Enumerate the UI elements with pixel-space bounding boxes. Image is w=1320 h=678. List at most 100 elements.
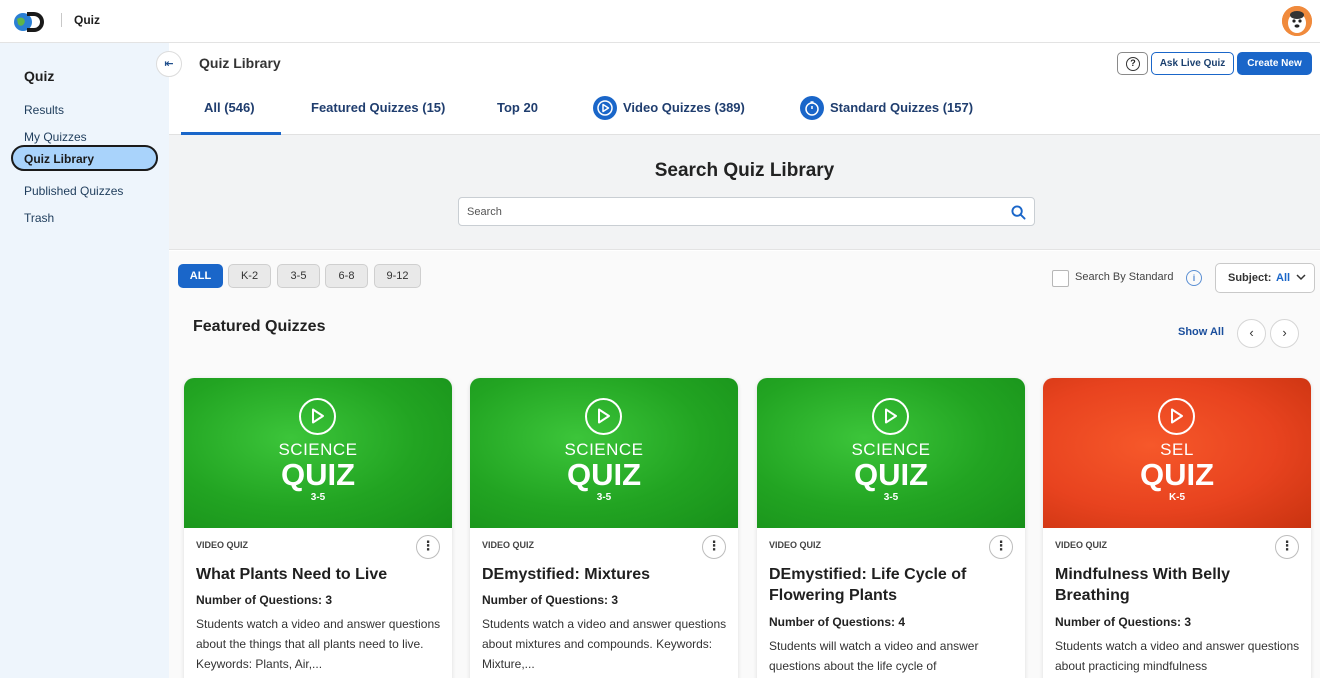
search-input[interactable] bbox=[459, 198, 999, 225]
subject-label: Subject: bbox=[1228, 272, 1272, 284]
play-icon bbox=[872, 398, 909, 435]
tab-label: Top 20 bbox=[497, 100, 538, 115]
chevron-right-icon: › bbox=[1282, 325, 1287, 340]
ask-live-quiz-button[interactable]: Ask Live Quiz bbox=[1151, 52, 1234, 75]
collapse-sidebar-button[interactable]: ⇤ bbox=[156, 51, 182, 77]
more-options-button[interactable]: ⋮ bbox=[989, 535, 1013, 559]
carousel-prev-button[interactable]: ‹ bbox=[1237, 319, 1266, 348]
subject-select[interactable]: Subject: All bbox=[1215, 263, 1315, 293]
tab-top-20[interactable]: Top 20 bbox=[495, 85, 545, 135]
search-box bbox=[458, 197, 1035, 226]
help-button[interactable]: ? bbox=[1117, 52, 1148, 75]
sidebar: Quiz Results My Quizzes Quiz Library Pub… bbox=[0, 43, 169, 678]
question-icon: ? bbox=[1126, 57, 1140, 71]
sidebar-item-published-quizzes[interactable]: Published Quizzes bbox=[11, 178, 158, 204]
grade-filter-6-8[interactable]: 6-8 bbox=[325, 264, 368, 288]
question-count: Number of Questions: 3 bbox=[196, 593, 333, 607]
tab-featured-quizzes[interactable]: Featured Quizzes (15) bbox=[309, 85, 469, 135]
card-type: VIDEO QUIZ bbox=[482, 540, 535, 550]
tab-video-quizzes[interactable]: Video Quizzes (389) bbox=[592, 85, 762, 135]
card-thumbnail[interactable]: SCIENCE QUIZ 3-5 bbox=[184, 378, 452, 528]
thumbnail-quiz-word: QUIZ bbox=[566, 457, 642, 492]
card-thumbnail[interactable]: SCIENCE QUIZ 3-5 bbox=[470, 378, 738, 528]
play-icon bbox=[585, 398, 622, 435]
tab-label: Featured Quizzes (15) bbox=[311, 100, 446, 115]
chevron-down-icon bbox=[1296, 274, 1306, 281]
arrow-left-icon: ⇤ bbox=[164, 58, 174, 70]
card-title[interactable]: What Plants Need to Live bbox=[196, 564, 441, 585]
play-icon bbox=[593, 96, 617, 120]
quiz-card[interactable]: SCIENCE QUIZ 3-5 VIDEO QUIZ ⋮ What Plant… bbox=[184, 378, 452, 678]
search-by-standard-label: Search By Standard bbox=[1075, 271, 1174, 283]
quiz-card[interactable]: SCIENCE QUIZ 3-5 VIDEO QUIZ ⋮ DEmystifie… bbox=[470, 378, 738, 678]
card-description: Students watch a video and answer questi… bbox=[1055, 639, 1300, 673]
tab-standard-quizzes[interactable]: Standard Quizzes (157) bbox=[800, 85, 980, 135]
subject-value: All bbox=[1276, 272, 1291, 284]
question-count: Number of Questions: 3 bbox=[482, 593, 619, 607]
thumbnail-grade: 3-5 bbox=[596, 492, 612, 503]
search-by-standard-checkbox[interactable] bbox=[1052, 270, 1069, 287]
tab-label: Video Quizzes (389) bbox=[623, 100, 745, 115]
page-title: Quiz Library bbox=[199, 55, 281, 71]
thumbnail-quiz-word: QUIZ bbox=[1139, 457, 1215, 492]
chevron-left-icon: ‹ bbox=[1249, 325, 1254, 340]
grade-filter-k-2[interactable]: K-2 bbox=[228, 264, 271, 288]
thumbnail-grade: K-5 bbox=[1168, 492, 1186, 503]
thumbnail-grade: 3-5 bbox=[883, 492, 899, 503]
question-count: Number of Questions: 3 bbox=[1055, 615, 1192, 629]
kebab-icon: ⋮ bbox=[1280, 538, 1294, 553]
search-region: Search Quiz Library bbox=[169, 135, 1320, 250]
quiz-card[interactable]: SCIENCE QUIZ 3-5 VIDEO QUIZ ⋮ DEmystifie… bbox=[757, 378, 1025, 678]
more-options-button[interactable]: ⋮ bbox=[702, 535, 726, 559]
sidebar-item-quiz-library[interactable]: Quiz Library bbox=[11, 145, 158, 171]
kebab-icon: ⋮ bbox=[421, 538, 435, 553]
card-type: VIDEO QUIZ bbox=[1055, 540, 1108, 550]
card-type: VIDEO QUIZ bbox=[196, 540, 249, 550]
tab-all[interactable]: All (546) bbox=[181, 85, 281, 135]
info-icon[interactable]: i bbox=[1186, 270, 1202, 286]
grade-filter-9-12[interactable]: 9-12 bbox=[374, 264, 421, 288]
card-title[interactable]: DEmystified: Mixtures bbox=[482, 564, 727, 585]
question-count: Number of Questions: 4 bbox=[769, 615, 906, 629]
sidebar-heading: Quiz bbox=[24, 68, 55, 84]
thumbnail-grade: 3-5 bbox=[310, 492, 326, 503]
tab-label: All (546) bbox=[204, 100, 255, 115]
app-title: Quiz bbox=[74, 13, 100, 27]
stopwatch-icon bbox=[800, 96, 824, 120]
carousel-next-button[interactable]: › bbox=[1270, 319, 1299, 348]
thumbnail-quiz-word: QUIZ bbox=[853, 457, 929, 492]
kebab-icon: ⋮ bbox=[707, 538, 721, 553]
card-description: Students watch a video and answer questi… bbox=[482, 617, 727, 671]
show-all-link[interactable]: Show All bbox=[1178, 326, 1224, 338]
more-options-button[interactable]: ⋮ bbox=[1275, 535, 1299, 559]
top-divider bbox=[61, 13, 62, 27]
section-title: Featured Quizzes bbox=[193, 318, 326, 335]
kebab-icon: ⋮ bbox=[994, 538, 1008, 553]
play-icon bbox=[299, 398, 336, 435]
card-description: Students will watch a video and answer q… bbox=[769, 639, 979, 673]
tab-label: Standard Quizzes (157) bbox=[830, 100, 974, 115]
card-thumbnail[interactable]: SCIENCE QUIZ 3-5 bbox=[757, 378, 1025, 528]
top-bar: Quiz bbox=[0, 0, 1320, 43]
library-content: ALL K-2 3-5 6-8 9-12 Search By Standard … bbox=[169, 251, 1320, 678]
grade-filter-3-5[interactable]: 3-5 bbox=[277, 264, 320, 288]
main-header: Quiz Library ? Ask Live Quiz Create New bbox=[169, 43, 1320, 85]
sidebar-item-results[interactable]: Results bbox=[11, 97, 158, 123]
tab-bar: All (546) Featured Quizzes (15) Top 20 V… bbox=[169, 85, 1320, 135]
grade-filter-all[interactable]: ALL bbox=[178, 264, 223, 288]
discovery-logo[interactable] bbox=[12, 9, 46, 33]
user-avatar[interactable] bbox=[1282, 6, 1312, 36]
search-icon[interactable] bbox=[1011, 205, 1026, 220]
card-type: VIDEO QUIZ bbox=[769, 540, 822, 550]
card-title[interactable]: Mindfulness With Belly Breathing bbox=[1055, 564, 1300, 606]
avatar-icon bbox=[1282, 6, 1312, 36]
play-icon bbox=[1158, 398, 1195, 435]
card-thumbnail[interactable]: SEL QUIZ K-5 bbox=[1043, 378, 1311, 528]
card-title[interactable]: DEmystified: Life Cycle of Flowering Pla… bbox=[769, 564, 1014, 606]
thumbnail-quiz-word: QUIZ bbox=[280, 457, 356, 492]
quiz-card[interactable]: SEL QUIZ K-5 VIDEO QUIZ ⋮ Mindfulness Wi… bbox=[1043, 378, 1311, 678]
create-new-button[interactable]: Create New bbox=[1237, 52, 1312, 75]
more-options-button[interactable]: ⋮ bbox=[416, 535, 440, 559]
sidebar-item-trash[interactable]: Trash bbox=[11, 205, 158, 231]
card-description: Students watch a video and answer questi… bbox=[196, 617, 441, 671]
